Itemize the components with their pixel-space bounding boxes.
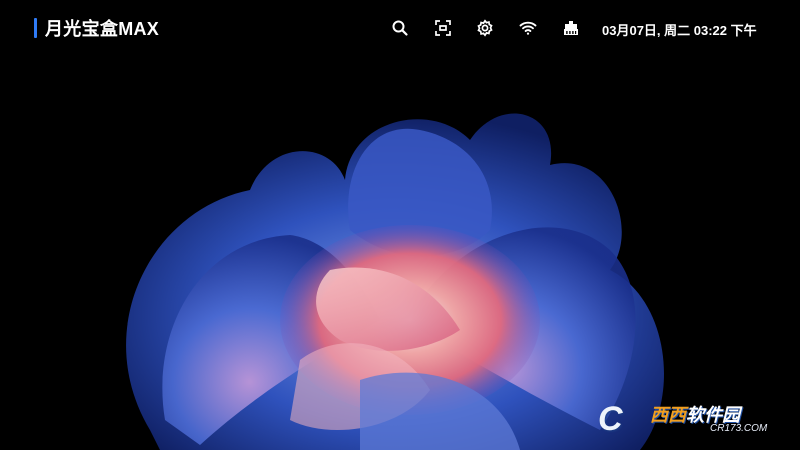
app-brand: 月光宝盒MAX [34, 17, 159, 39]
ethernet-icon[interactable] [562, 19, 580, 37]
app-title: 月光宝盒MAX [45, 19, 160, 39]
wifi-icon[interactable] [519, 19, 537, 37]
datetime-clock: 03月07日, 周二 03:22 下午 [602, 23, 757, 38]
settings-gear-icon[interactable] [476, 19, 494, 37]
site-watermark: C 西西软件园 CR173.COM [598, 399, 780, 439]
watermark-url: CR173.COM [710, 423, 768, 434]
flower-wallpaper [0, 0, 800, 450]
watermark-name-rest: 软件园 [686, 405, 740, 425]
brand-accent-bar [34, 18, 37, 38]
top-status-bar: 月光宝盒MAX 03月07日, 周二 03:22 下午 [0, 0, 800, 60]
search-icon[interactable] [391, 19, 409, 37]
screen-scan-icon[interactable] [434, 19, 452, 37]
watermark-name-highlight: 西西 [650, 405, 686, 425]
watermark-logo: C [598, 400, 623, 438]
